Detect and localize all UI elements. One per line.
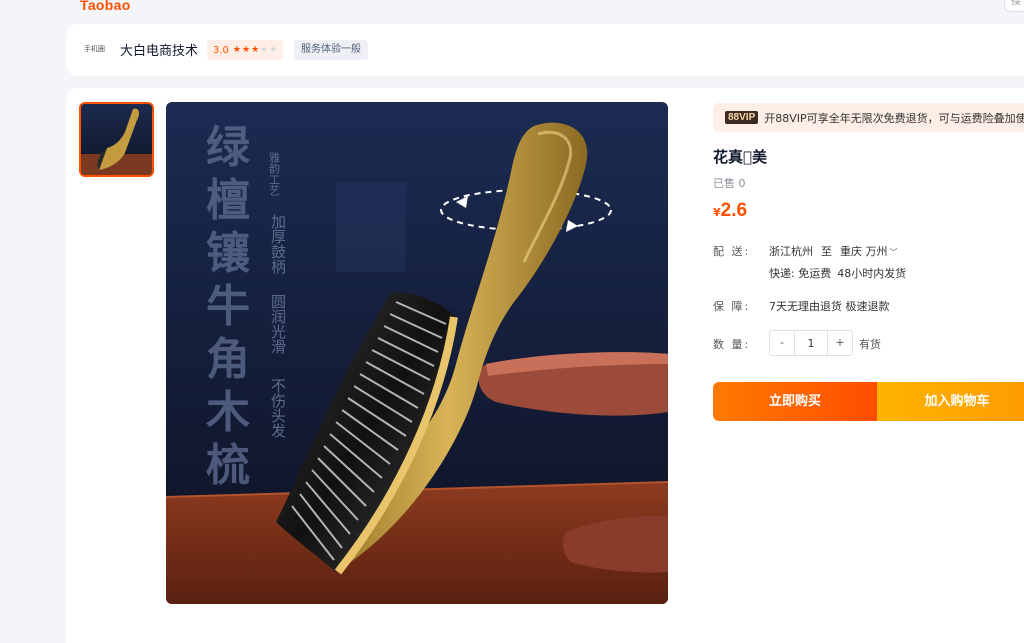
ship-to: 重庆 万州 xyxy=(840,245,888,258)
rating-score: 3.0 xyxy=(213,44,229,56)
dispatch-time: 48小时内发货 xyxy=(837,267,907,280)
buy-now-button[interactable]: 立即购买 xyxy=(713,382,877,421)
star-icon: ★ xyxy=(232,44,241,55)
stock-status: 有货 xyxy=(859,338,881,351)
rating-stars: ★ ★ ★ ★ ★ xyxy=(232,44,278,55)
shop-name[interactable]: 大白电商技术 xyxy=(120,40,198,59)
top-bar: Taobao 搜 xyxy=(0,0,1024,22)
image-main-char-2: 檀 xyxy=(206,175,250,226)
image-main-char-5: 角 xyxy=(206,334,250,385)
ship-to-word: 至 xyxy=(821,245,832,258)
star-icon: ★ xyxy=(260,44,269,55)
star-icon: ★ xyxy=(241,44,251,55)
image-main-char-6: 木 xyxy=(206,387,250,438)
ship-from: 浙江杭州 xyxy=(769,245,813,258)
search-input[interactable]: 搜 xyxy=(1004,0,1024,12)
product-title: 花真 美 xyxy=(713,148,768,166)
vip-banner[interactable]: 88VIP 开88VIP可享全年无限次免费退货，可与运费险叠加使用 xyxy=(713,103,1024,132)
sold-count: 已售 0 xyxy=(713,177,746,190)
image-feature-2: 圆润光滑 xyxy=(269,294,287,354)
price-value: 2.6 xyxy=(720,200,748,221)
shop-header: 手机圈 大白电商技术 3.0 ★ ★ ★ ★ ★ 服务体验一般 xyxy=(66,24,1024,76)
shipping-route: 浙江杭州 至 重庆 万州 ﹀ xyxy=(769,243,898,259)
shop-rating-badge: 3.0 ★ ★ ★ ★ ★ xyxy=(207,40,284,60)
shipping-label: 配 送: xyxy=(713,245,751,258)
vip-badge: 88VIP xyxy=(725,111,759,124)
thumbnail-comb-picture xyxy=(81,104,152,175)
star-icon: ★ xyxy=(251,44,260,55)
image-main-char-3: 镶 xyxy=(206,228,250,279)
quantity-input[interactable] xyxy=(795,331,827,355)
comb-product-picture: 绿 檀 镶 牛 角 木 梳 雅韵工艺 加厚鼓柄 圆润光滑 不伤头发 xyxy=(166,102,668,604)
currency-symbol: ¥ xyxy=(713,206,721,219)
shipping-detail: 快递: 免运费 48小时内发货 xyxy=(769,265,906,281)
product-price: ¥2.6 xyxy=(713,200,747,222)
main-product-image[interactable]: 绿 檀 镶 牛 角 木 梳 雅韵工艺 加厚鼓柄 圆润光滑 不伤头发 xyxy=(166,102,668,604)
chevron-down-icon: ﹀ xyxy=(889,248,898,257)
quantity-decrease-button[interactable]: - xyxy=(770,331,795,355)
taobao-logo[interactable]: Taobao xyxy=(80,0,131,13)
image-main-char-4: 牛 xyxy=(206,281,250,332)
thumbnail-image[interactable] xyxy=(79,102,154,177)
image-tag-text: 雅韵工艺 xyxy=(268,151,281,196)
vip-text: 开88VIP可享全年无限次免费退货，可与运费险叠加使用 xyxy=(764,111,1024,125)
quantity-label: 数 量: xyxy=(713,338,751,351)
star-icon: ★ xyxy=(269,44,278,55)
add-to-cart-button[interactable]: 加入购物车 xyxy=(877,382,1024,421)
guarantee-text[interactable]: 7天无理由退货 极速退款 xyxy=(769,298,890,314)
image-feature-1: 加厚鼓柄 xyxy=(269,214,287,275)
image-feature-3: 不伤头发 xyxy=(269,378,287,438)
image-main-char-7: 梳 xyxy=(206,440,250,491)
guarantee-label: 保 障: xyxy=(713,300,751,313)
express-fee: 快递: 免运费 xyxy=(769,267,832,280)
shop-type-tag: 手机圈 xyxy=(84,45,105,53)
quantity-stepper: - + xyxy=(769,330,853,356)
image-main-char-1: 绿 xyxy=(206,122,251,173)
ship-to-selector[interactable]: 重庆 万州 ﹀ xyxy=(840,243,898,259)
quantity-increase-button[interactable]: + xyxy=(827,331,852,355)
service-experience-tag: 服务体验一般 xyxy=(294,40,368,60)
